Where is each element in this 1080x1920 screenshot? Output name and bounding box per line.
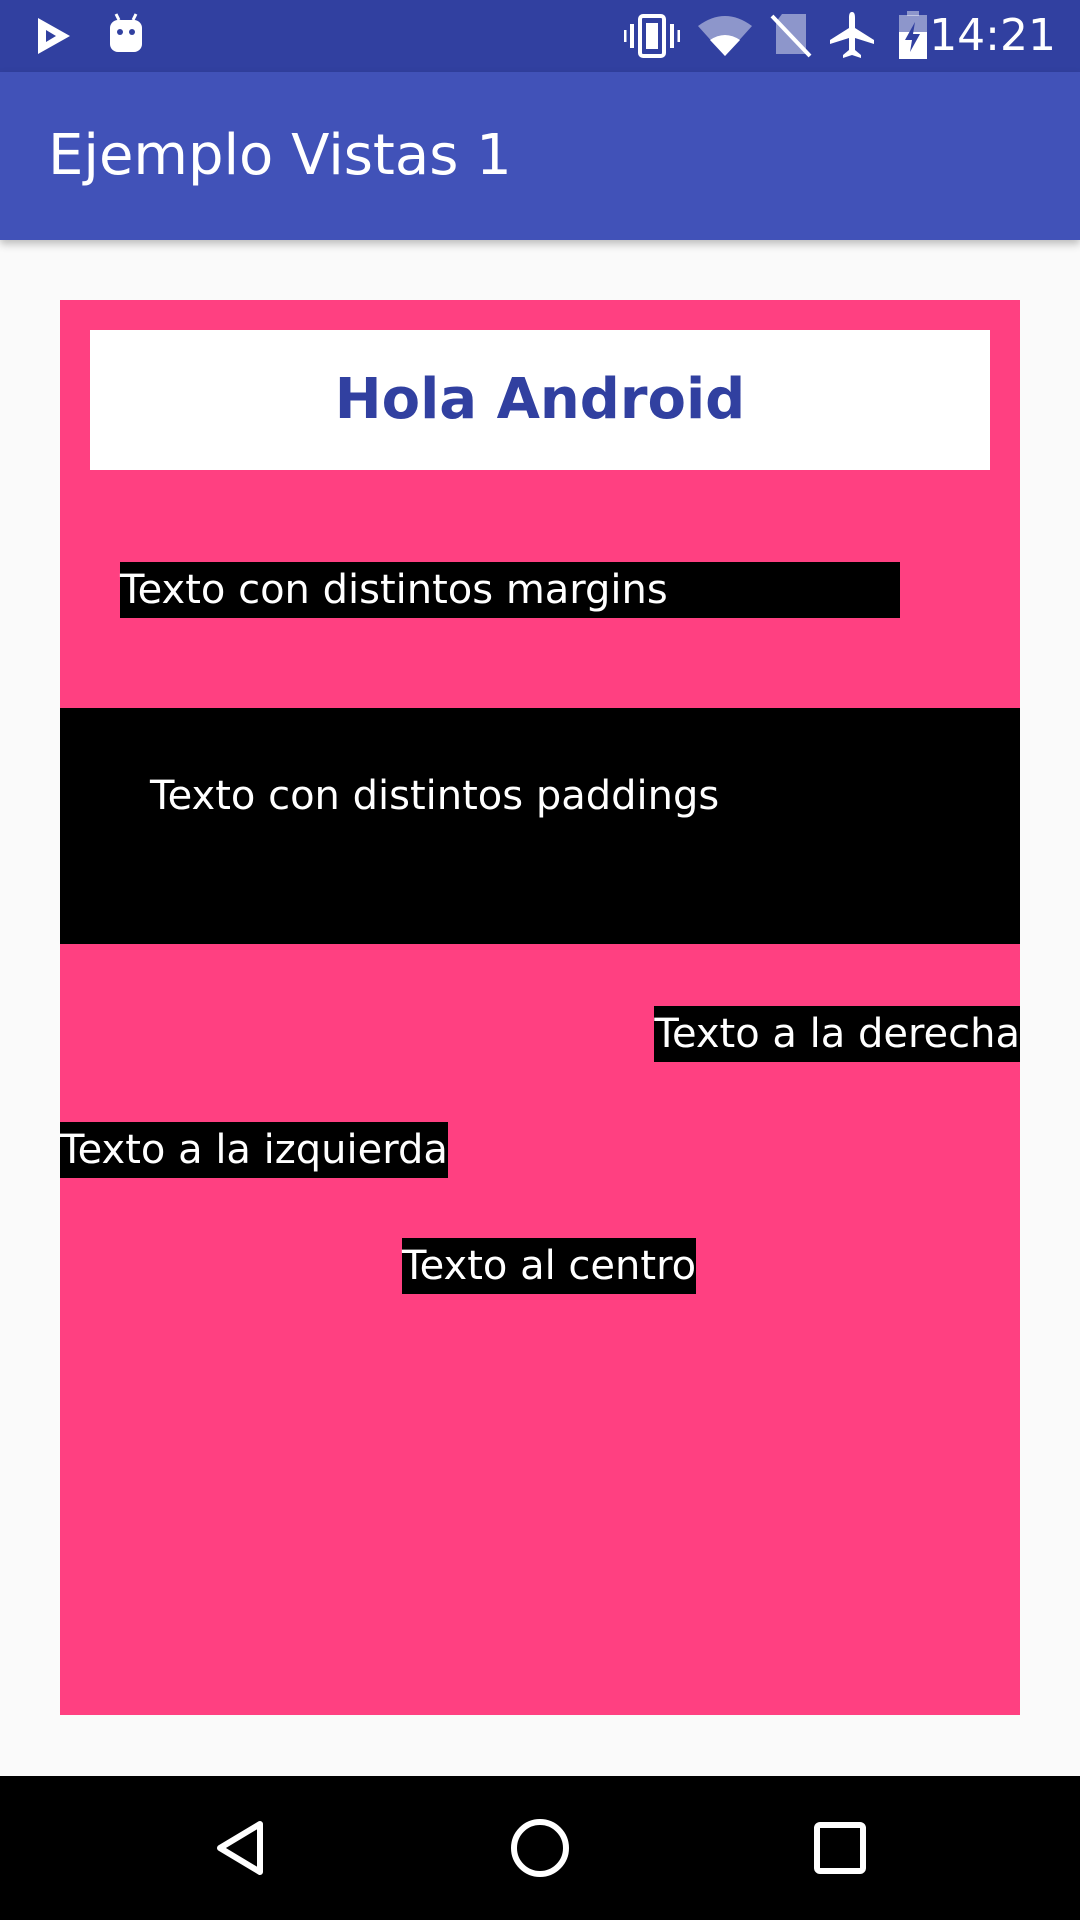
recents-button[interactable] bbox=[798, 1806, 882, 1890]
right-aligned-text: Texto a la derecha bbox=[654, 1006, 1020, 1062]
content-panel: Hola Android Texto con distintos margins… bbox=[60, 300, 1020, 1715]
wifi-icon bbox=[698, 16, 752, 56]
status-clock: 14:21 bbox=[929, 10, 1056, 61]
app-title: Ejemplo Vistas 1 bbox=[48, 123, 512, 188]
center-aligned-text: Texto al centro bbox=[402, 1238, 697, 1294]
paddings-text-view: Texto con distintos paddings bbox=[60, 708, 1020, 944]
back-icon bbox=[217, 1821, 263, 1875]
android-icon bbox=[110, 13, 142, 52]
back-button[interactable] bbox=[200, 1806, 284, 1890]
paddings-text-label: Texto con distintos paddings bbox=[150, 773, 720, 819]
navigation-bar bbox=[0, 1776, 1080, 1920]
margins-text-view: Texto con distintos margins bbox=[120, 562, 900, 618]
hello-header-text: Hola Android bbox=[334, 367, 746, 432]
no-sim-icon bbox=[770, 14, 812, 58]
battery-charging-icon bbox=[899, 11, 927, 59]
left-aligned-text: Texto a la izquierda bbox=[60, 1122, 448, 1178]
vibrate-icon bbox=[624, 14, 680, 58]
recents-icon bbox=[814, 1822, 866, 1874]
home-button[interactable] bbox=[498, 1806, 582, 1890]
app-bar: Ejemplo Vistas 1 bbox=[0, 72, 1080, 240]
airplane-mode-icon bbox=[830, 12, 874, 58]
home-icon bbox=[511, 1819, 569, 1877]
status-bar: 14:21 bbox=[0, 0, 1080, 72]
play-store-icon bbox=[38, 18, 70, 54]
hello-header-box: Hola Android bbox=[90, 330, 990, 470]
